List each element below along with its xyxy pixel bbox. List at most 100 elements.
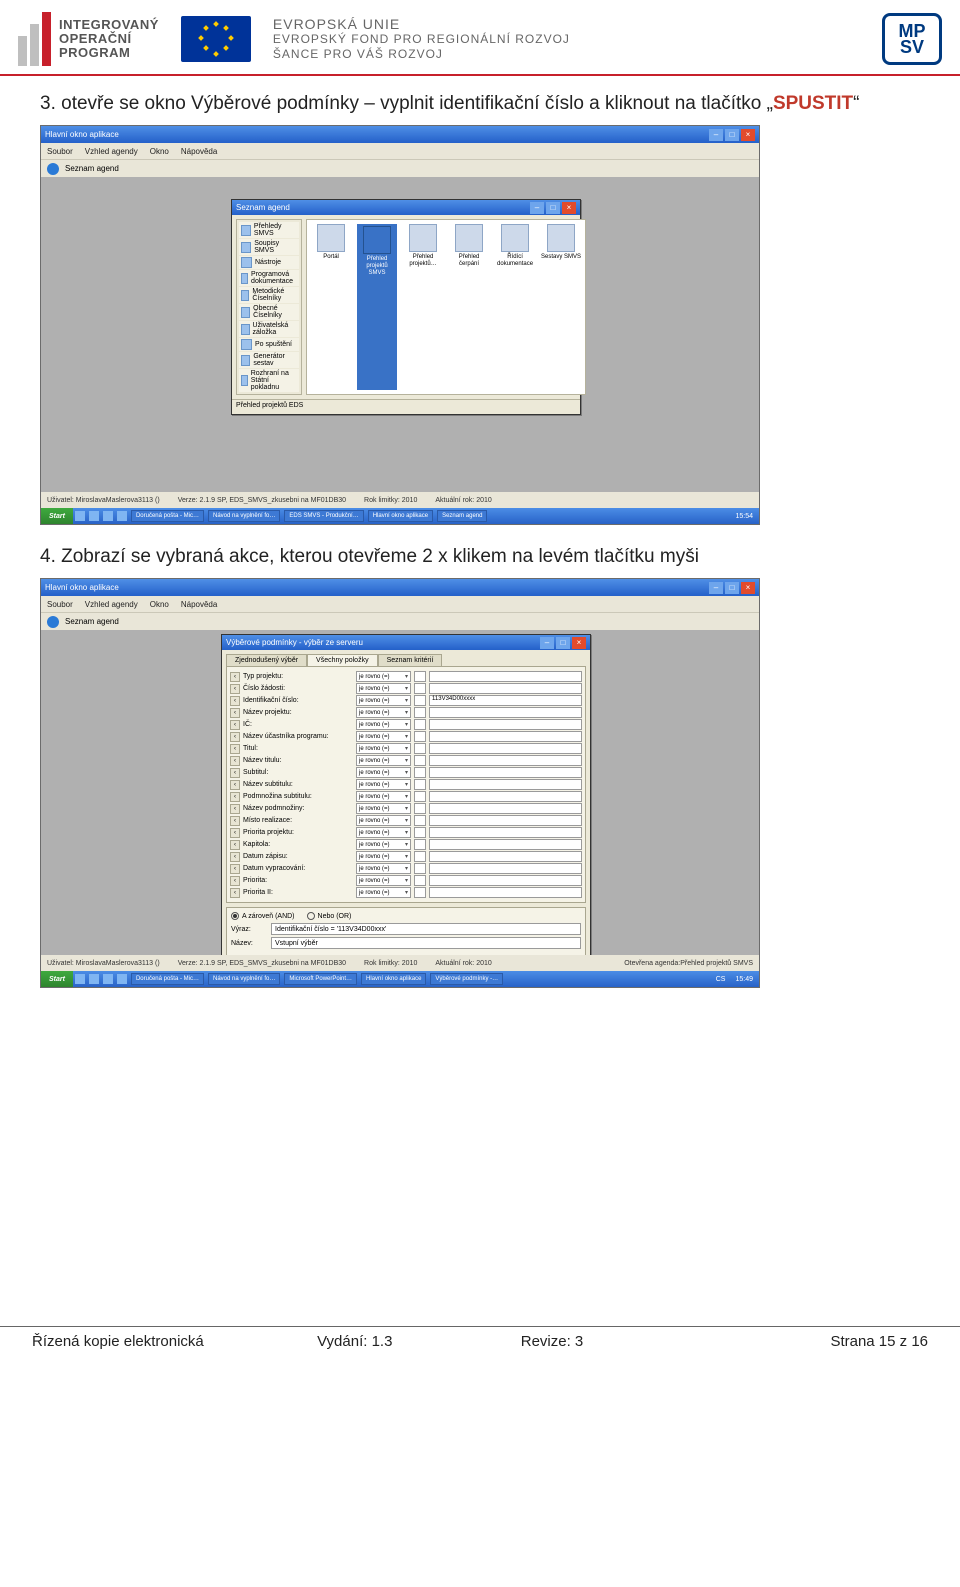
operator-dropdown[interactable]: je rovno (=) <box>356 851 411 862</box>
picker-button[interactable] <box>414 875 426 886</box>
criteria-value-input[interactable] <box>429 839 582 850</box>
expand-icon[interactable]: ‹ <box>230 744 240 754</box>
taskbar[interactable]: Start Doručená pošta - Mic… Návod na vyp… <box>41 971 759 987</box>
picker-button[interactable] <box>414 839 426 850</box>
start-button[interactable]: Start <box>41 508 73 524</box>
menu-soubor[interactable]: Soubor <box>47 147 73 156</box>
operator-dropdown[interactable]: je rovno (=) <box>356 755 411 766</box>
expand-icon[interactable]: ‹ <box>230 888 240 898</box>
taskbar-item[interactable]: Návod na vyplnění fo… <box>208 510 280 522</box>
taskbar-item[interactable]: Výběrové podmínky -… <box>430 973 503 985</box>
taskbar-item[interactable]: Doručená pošta - Mic… <box>131 510 204 522</box>
criteria-value-input[interactable] <box>429 863 582 874</box>
tray-icon[interactable] <box>89 974 99 984</box>
start-button[interactable]: Start <box>41 971 73 987</box>
close-icon[interactable]: × <box>741 129 755 141</box>
criteria-value-input[interactable] <box>429 683 582 694</box>
criteria-value-input[interactable] <box>429 719 582 730</box>
menu-soubor[interactable]: Soubor <box>47 600 73 609</box>
expand-icon[interactable]: ‹ <box>230 684 240 694</box>
tool-portal[interactable]: Portál <box>311 224 351 390</box>
picker-button[interactable] <box>414 695 426 706</box>
criteria-value-input[interactable] <box>429 731 582 742</box>
menu-napoveda[interactable]: Nápověda <box>181 147 217 156</box>
picker-button[interactable] <box>414 731 426 742</box>
operator-dropdown[interactable]: je rovno (=) <box>356 779 411 790</box>
operator-dropdown[interactable]: je rovno (=) <box>356 683 411 694</box>
operator-dropdown[interactable]: je rovno (=) <box>356 731 411 742</box>
picker-button[interactable] <box>414 683 426 694</box>
expand-icon[interactable]: ‹ <box>230 780 240 790</box>
radio-and[interactable]: A zároveň (AND) <box>231 912 295 920</box>
expand-icon[interactable]: ‹ <box>230 792 240 802</box>
tray-icon[interactable] <box>89 511 99 521</box>
expand-icon[interactable]: ‹ <box>230 852 240 862</box>
minimize-icon[interactable]: – <box>530 202 544 214</box>
picker-button[interactable] <box>414 719 426 730</box>
tool-sestavy-smvs[interactable]: Sestavy SMVS <box>541 224 581 390</box>
vp-expr-input[interactable]: Identifikační číslo = '113V34D00xxx' <box>271 923 581 935</box>
agend-item[interactable]: Programová dokumentace <box>239 270 299 286</box>
expand-icon[interactable]: ‹ <box>230 816 240 826</box>
expand-icon[interactable]: ‹ <box>230 756 240 766</box>
menu-bar[interactable]: Soubor Vzhled agendy Okno Nápověda <box>41 596 759 612</box>
criteria-value-input[interactable] <box>429 887 582 898</box>
criteria-value-input[interactable] <box>429 791 582 802</box>
close-icon[interactable]: × <box>572 637 586 649</box>
tab-zjednoduseny[interactable]: Zjednodušený výběr <box>226 654 307 666</box>
operator-dropdown[interactable]: je rovno (=) <box>356 707 411 718</box>
tab-vsechny-polozky[interactable]: Všechny položky <box>307 654 378 666</box>
operator-dropdown[interactable]: je rovno (=) <box>356 875 411 886</box>
criteria-value-input[interactable] <box>429 851 582 862</box>
agend-item[interactable]: Přehledy SMVS <box>239 222 299 238</box>
taskbar-item[interactable]: Hlavní okno aplikace <box>361 973 426 985</box>
vp-tabs[interactable]: Zjednodušený výběr Všechny položky Sezna… <box>226 654 586 666</box>
maximize-icon[interactable]: □ <box>725 582 739 594</box>
vp-radio-group[interactable]: A zároveň (AND) Nebo (OR) <box>231 912 581 920</box>
operator-dropdown[interactable]: je rovno (=) <box>356 743 411 754</box>
picker-button[interactable] <box>414 851 426 862</box>
picker-button[interactable] <box>414 743 426 754</box>
tool-prehled-projektu-smvs[interactable]: Přehled projektů SMVS <box>357 224 397 390</box>
taskbar-item[interactable]: Microsoft PowerPoint… <box>284 973 357 985</box>
agend-item[interactable]: Rozhraní na Státní pokladnu <box>239 369 299 392</box>
criteria-value-input[interactable]: 113V34D00xxxx <box>429 695 582 706</box>
operator-dropdown[interactable]: je rovno (=) <box>356 839 411 850</box>
close-icon[interactable]: × <box>562 202 576 214</box>
picker-button[interactable] <box>414 779 426 790</box>
taskbar-item[interactable]: Návod na vyplnění fo… <box>208 973 280 985</box>
criteria-value-input[interactable] <box>429 755 582 766</box>
tray-icon[interactable] <box>103 974 113 984</box>
tool-prehled-projektu[interactable]: Přehled projektů… <box>403 224 443 390</box>
maximize-icon[interactable]: □ <box>725 129 739 141</box>
criteria-value-input[interactable] <box>429 827 582 838</box>
expand-icon[interactable]: ‹ <box>230 708 240 718</box>
criteria-value-input[interactable] <box>429 803 582 814</box>
expand-icon[interactable]: ‹ <box>230 804 240 814</box>
picker-button[interactable] <box>414 827 426 838</box>
agend-item[interactable]: Metodické Číselníky <box>239 287 299 303</box>
operator-dropdown[interactable]: je rovno (=) <box>356 863 411 874</box>
menu-napoveda[interactable]: Nápověda <box>181 600 217 609</box>
modal-seznam-agend[interactable]: Seznam agend – □ × Přehledy SMVS Soupisy… <box>231 199 581 415</box>
outer-window-titlebar[interactable]: Hlavní okno aplikace – □ × <box>41 126 759 143</box>
tray-icon[interactable] <box>75 974 85 984</box>
tab-seznam-kriterii[interactable]: Seznam kritérií <box>378 654 443 666</box>
agend-item[interactable]: Nástroje <box>239 256 299 269</box>
menu-okno[interactable]: Okno <box>150 147 169 156</box>
picker-button[interactable] <box>414 803 426 814</box>
operator-dropdown[interactable]: je rovno (=) <box>356 791 411 802</box>
picker-button[interactable] <box>414 671 426 682</box>
modal-vyberove-podminky[interactable]: Výběrové podmínky - výběr ze serveru – □… <box>221 634 591 979</box>
agend-item[interactable]: Soupisy SMVS <box>239 239 299 255</box>
picker-button[interactable] <box>414 767 426 778</box>
operator-dropdown[interactable]: je rovno (=) <box>356 719 411 730</box>
expand-icon[interactable]: ‹ <box>230 840 240 850</box>
operator-dropdown[interactable]: je rovno (=) <box>356 695 411 706</box>
tray-icon[interactable] <box>103 511 113 521</box>
expand-icon[interactable]: ‹ <box>230 864 240 874</box>
operator-dropdown[interactable]: je rovno (=) <box>356 767 411 778</box>
agend-left-list[interactable]: Přehledy SMVS Soupisy SMVS Nástroje Prog… <box>236 219 302 395</box>
picker-button[interactable] <box>414 863 426 874</box>
operator-dropdown[interactable]: je rovno (=) <box>356 803 411 814</box>
